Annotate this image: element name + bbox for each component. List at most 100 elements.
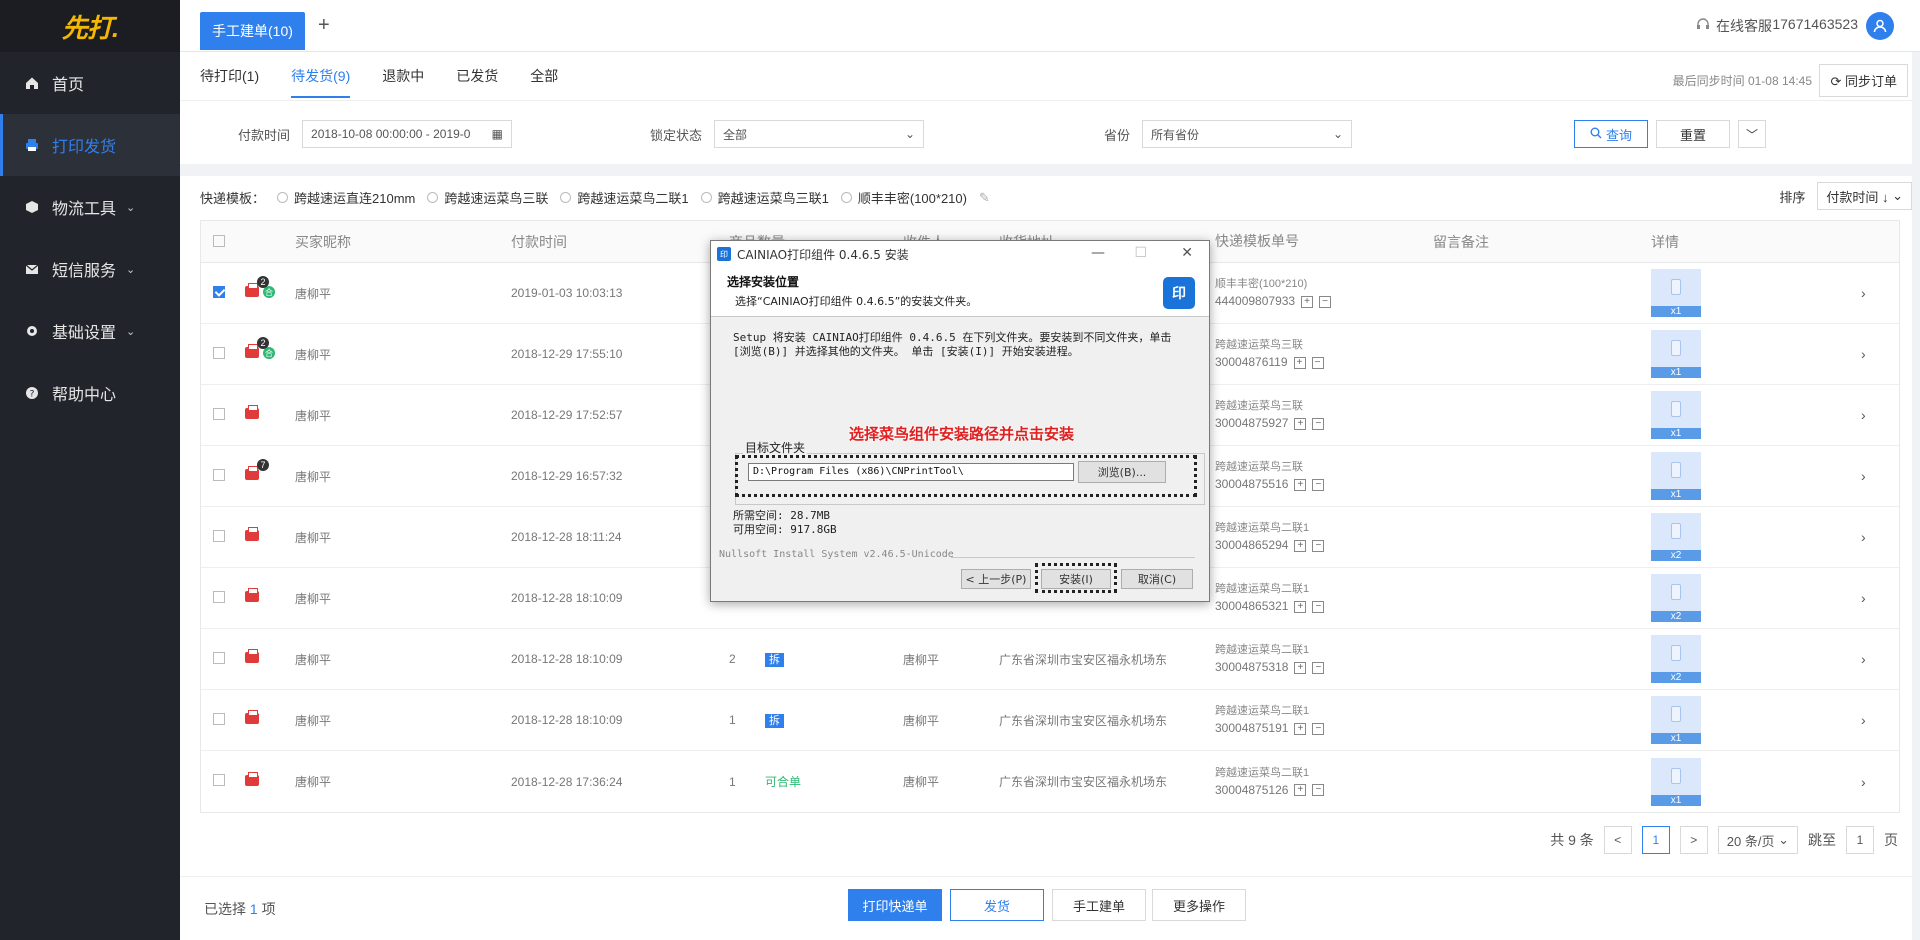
minus-icon[interactable]: − <box>1312 417 1325 430</box>
sort-select[interactable]: 付款时间 ↓ ⌄ <box>1817 182 1912 210</box>
item-count: x2 <box>1651 672 1701 683</box>
plus-icon[interactable]: + <box>1294 539 1307 552</box>
image-placeholder-icon <box>1671 401 1681 417</box>
row-checkbox[interactable] <box>213 651 225 664</box>
subtab-3[interactable]: 已发货 <box>456 66 498 98</box>
minus-icon[interactable]: − <box>1312 478 1325 491</box>
product-thumbnail[interactable]: x1 <box>1651 391 1701 439</box>
chevron-right-icon[interactable]: › <box>1861 712 1891 728</box>
next-page-button[interactable]: > <box>1679 826 1708 854</box>
template-option-1[interactable]: 跨越速运菜鸟三联 <box>427 188 548 207</box>
province-select[interactable]: 所有省份 ⌄ <box>1142 120 1353 148</box>
sidebar-item-0[interactable]: 首页 <box>0 52 180 114</box>
plus-icon[interactable]: + <box>1294 722 1307 735</box>
product-thumbnail[interactable]: x1 <box>1651 269 1701 317</box>
subtab-2[interactable]: 退款中 <box>382 66 424 98</box>
minus-icon[interactable]: − <box>1312 784 1325 796</box>
chevron-right-icon[interactable]: › <box>1861 346 1891 362</box>
template-option-0[interactable]: 跨越速运直连210mm <box>277 188 415 207</box>
chevron-right-icon[interactable]: › <box>1861 590 1891 606</box>
plus-icon[interactable]: + <box>1294 478 1307 491</box>
browse-button[interactable]: 浏览(B)... <box>1078 461 1166 483</box>
sidebar-item-3[interactable]: 短信服务 ⌄ <box>0 238 180 300</box>
close-icon[interactable]: ✕ <box>1181 245 1193 261</box>
plus-icon[interactable]: + <box>1294 600 1307 613</box>
table-row[interactable]: 唐柳平 2018-12-28 18:10:09 2 拆 唐柳平 广东省深圳市宝安区福永机场… <box>201 629 1899 690</box>
minus-icon[interactable]: − <box>1312 539 1325 552</box>
jump-page-input[interactable]: 1 <box>1846 826 1874 854</box>
sync-orders-button[interactable]: ⟳ 同步订单 <box>1819 64 1908 97</box>
row-checkbox[interactable] <box>213 774 225 786</box>
sidebar-item-2[interactable]: 物流工具 ⌄ <box>0 176 180 238</box>
row-checkbox[interactable] <box>213 346 225 359</box>
template-option-4[interactable]: 顺丰丰密(100*210) <box>840 188 967 207</box>
cancel-button[interactable]: 取消(C) <box>1121 569 1193 589</box>
ship-button[interactable]: 发货 <box>950 889 1044 921</box>
more-actions-button[interactable]: 更多操作 <box>1152 889 1246 921</box>
buyer-name: 唐柳平 <box>295 713 332 728</box>
minus-icon[interactable]: − <box>1311 356 1324 369</box>
back-button[interactable]: < 上一步(P) <box>961 569 1031 589</box>
app-logo[interactable]: 先打. <box>0 0 180 52</box>
sidebar-item-4[interactable]: 基础设置 ⌄ <box>0 300 180 362</box>
install-path-input[interactable]: D:\Program Files (x86)\CNPrintTool\ <box>748 463 1074 481</box>
page-1-button[interactable]: 1 <box>1641 826 1670 854</box>
dialog-titlebar[interactable]: 印 CAINIAO打印组件 0.4.6.5 安装 — ☐ ✕ <box>711 241 1209 267</box>
chevron-right-icon[interactable]: › <box>1861 285 1891 301</box>
chevron-right-icon[interactable]: › <box>1861 529 1891 545</box>
online-service-link[interactable]: 在线客服 <box>1696 16 1772 36</box>
user-icon[interactable] <box>1866 12 1894 40</box>
sidebar-item-5[interactable]: ? 帮助中心 <box>0 362 180 424</box>
chevron-right-icon[interactable]: › <box>1861 651 1891 667</box>
row-checkbox[interactable] <box>213 285 225 298</box>
manual-order-button[interactable]: 手工建单 <box>1052 889 1146 921</box>
chevron-right-icon[interactable]: › <box>1861 468 1891 484</box>
add-tab-button[interactable]: + <box>318 14 330 37</box>
table-row[interactable]: 唐柳平 2018-12-28 17:36:24 1 可合单 唐柳平 广东省深圳市宝安区福永… <box>201 751 1899 812</box>
plus-icon[interactable]: + <box>1294 661 1307 674</box>
query-button[interactable]: 查询 <box>1574 120 1648 148</box>
dialog-subheading: 选择“CAINIAO打印组件 0.4.6.5”的安装文件夹。 <box>735 295 978 308</box>
product-thumbnail[interactable]: x1 <box>1651 452 1701 500</box>
subtab-0[interactable]: 待打印(1) <box>200 66 259 98</box>
row-checkbox[interactable] <box>213 468 225 481</box>
pay-time-range-input[interactable]: 2018-10-08 00:00:00 - 2019-0 ▦ <box>302 120 513 148</box>
page-size-select[interactable]: 20 条/页 ⌄ <box>1717 826 1798 854</box>
lock-status-select[interactable]: 全部 ⌄ <box>714 120 925 148</box>
row-checkbox[interactable] <box>213 407 225 420</box>
template-name: 跨越速运菜鸟二联1 <box>1215 644 1310 656</box>
subtab-1[interactable]: 待发货(9) <box>291 66 351 98</box>
plus-icon[interactable]: + <box>1294 417 1307 430</box>
select-all-checkbox[interactable] <box>213 234 225 247</box>
sidebar-item-1[interactable]: 打印发货 <box>0 114 180 176</box>
product-thumbnail[interactable]: x1 <box>1651 330 1701 378</box>
plus-icon[interactable]: + <box>1294 784 1307 796</box>
print-waybill-button[interactable]: 打印快递单 <box>848 889 942 921</box>
chevron-right-icon[interactable]: › <box>1861 407 1891 423</box>
table-row[interactable]: 唐柳平 2018-12-28 18:10:09 1 拆 唐柳平 广东省深圳市宝安区福永机场… <box>201 690 1899 751</box>
minus-icon[interactable]: − <box>1312 600 1325 613</box>
minimize-icon[interactable]: — <box>1091 245 1105 261</box>
chevron-right-icon[interactable]: › <box>1861 774 1891 790</box>
expand-filters-button[interactable]: ﹀ <box>1738 120 1766 148</box>
row-checkbox[interactable] <box>213 712 225 725</box>
minus-icon[interactable]: − <box>1319 295 1332 308</box>
tab-manual-order[interactable]: 手工建单(10) <box>200 12 305 50</box>
row-checkbox[interactable] <box>213 590 225 603</box>
edit-template-icon[interactable]: ✎ <box>979 190 990 206</box>
product-thumbnail[interactable]: x1 <box>1651 757 1701 806</box>
plus-icon[interactable]: + <box>1301 295 1314 308</box>
minus-icon[interactable]: − <box>1312 722 1325 735</box>
product-thumbnail[interactable]: x2 <box>1651 574 1701 622</box>
plus-icon[interactable]: + <box>1293 356 1306 369</box>
minus-icon[interactable]: − <box>1312 661 1325 674</box>
product-thumbnail[interactable]: x2 <box>1651 513 1701 561</box>
template-option-2[interactable]: 跨越速运菜鸟二联1 <box>560 188 689 207</box>
reset-button[interactable]: 重置 <box>1656 120 1730 148</box>
product-thumbnail[interactable]: x2 <box>1651 635 1701 683</box>
subtab-4[interactable]: 全部 <box>530 66 558 98</box>
prev-page-button[interactable]: < <box>1603 826 1632 854</box>
row-checkbox[interactable] <box>213 529 225 542</box>
template-option-3[interactable]: 跨越速运菜鸟三联1 <box>700 188 829 207</box>
product-thumbnail[interactable]: x1 <box>1651 696 1701 744</box>
